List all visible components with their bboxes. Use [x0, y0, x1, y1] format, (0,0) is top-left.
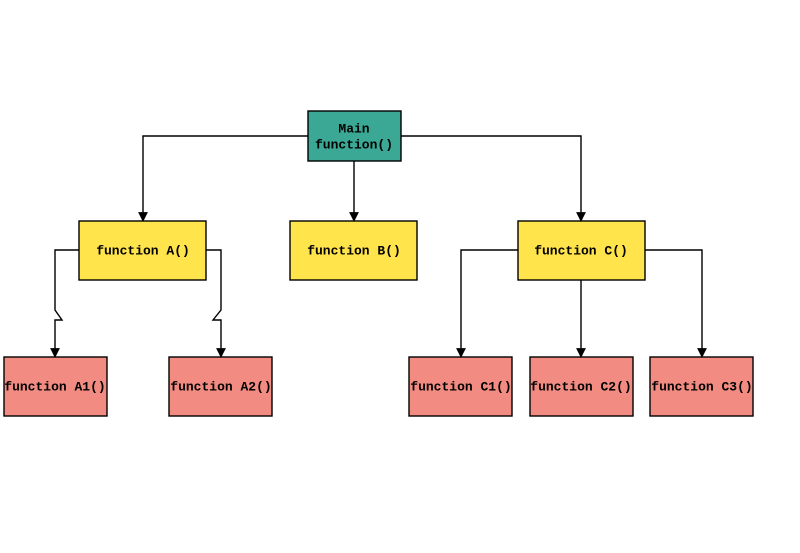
edge-a-to-a2 [206, 250, 221, 357]
edge-main-to-c [401, 136, 581, 221]
edge-c-to-c3 [644, 250, 702, 357]
node-function-b: function B() [290, 221, 417, 280]
node-function-b-label: function B() [307, 243, 401, 258]
node-main-line2: function() [315, 137, 393, 152]
node-function-a: function A() [79, 221, 206, 280]
edge-a-to-a1 [55, 250, 79, 357]
node-main-line1: Main [338, 121, 369, 136]
edge-c-to-c1 [461, 250, 518, 357]
node-function-c-label: function C() [534, 243, 628, 258]
structure-chart: Main function() function A() function B(… [0, 0, 800, 553]
node-function-c3-label: function C3() [651, 379, 752, 394]
node-function-a-label: function A() [96, 243, 190, 258]
node-function-c1: function C1() [409, 357, 512, 416]
node-main-function: Main function() [308, 111, 401, 161]
node-function-a2: function A2() [169, 357, 272, 416]
node-function-a1-label: function A1() [4, 379, 105, 394]
node-function-c2: function C2() [530, 357, 633, 416]
node-function-c2-label: function C2() [530, 379, 631, 394]
node-function-a2-label: function A2() [170, 379, 271, 394]
edge-main-to-a [143, 136, 308, 221]
node-function-c1-label: function C1() [410, 379, 511, 394]
node-function-a1: function A1() [4, 357, 107, 416]
node-function-c3: function C3() [650, 357, 753, 416]
node-function-c: function C() [518, 221, 645, 280]
